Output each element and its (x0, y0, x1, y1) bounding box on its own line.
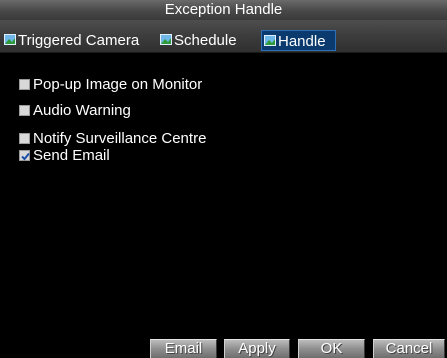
checkmark-icon (21, 152, 30, 161)
apply-button[interactable]: Apply (224, 339, 290, 358)
exception-handle-window: Exception Handle Triggered Camera Schedu… (0, 0, 447, 358)
handle-options-panel: Pop-up Image on Monitor Audio Warning No… (0, 53, 447, 333)
ok-button[interactable]: OK (298, 339, 365, 358)
tab-schedule-label: Schedule (174, 32, 237, 49)
tab-triggered-camera[interactable]: Triggered Camera (2, 30, 157, 51)
send-email-checkbox[interactable] (19, 150, 30, 161)
send-email-label: Send Email (33, 147, 110, 164)
window-title: Exception Handle (0, 0, 447, 20)
handle-tab-icon (264, 35, 276, 46)
tab-handle-label: Handle (278, 33, 326, 50)
tab-triggered-camera-label: Triggered Camera (18, 32, 140, 49)
cancel-button[interactable]: Cancel (373, 339, 445, 358)
button-bar: Email Apply OK Cancel (0, 335, 447, 358)
schedule-tab-icon (160, 34, 172, 45)
audio-warning-checkbox[interactable] (19, 105, 30, 116)
camera-tab-icon (4, 34, 16, 45)
audio-warning-label: Audio Warning (33, 102, 131, 119)
notify-surveillance-checkbox[interactable] (19, 133, 30, 144)
popup-image-checkbox[interactable] (19, 79, 30, 90)
popup-image-label: Pop-up Image on Monitor (33, 76, 203, 93)
tab-handle[interactable]: Handle (261, 30, 336, 51)
email-button[interactable]: Email (150, 339, 217, 358)
tab-strip: Triggered Camera Schedule Handle (0, 20, 447, 53)
tab-schedule[interactable]: Schedule (158, 30, 253, 51)
notify-surveillance-label: Notify Surveillance Centre (33, 130, 207, 147)
